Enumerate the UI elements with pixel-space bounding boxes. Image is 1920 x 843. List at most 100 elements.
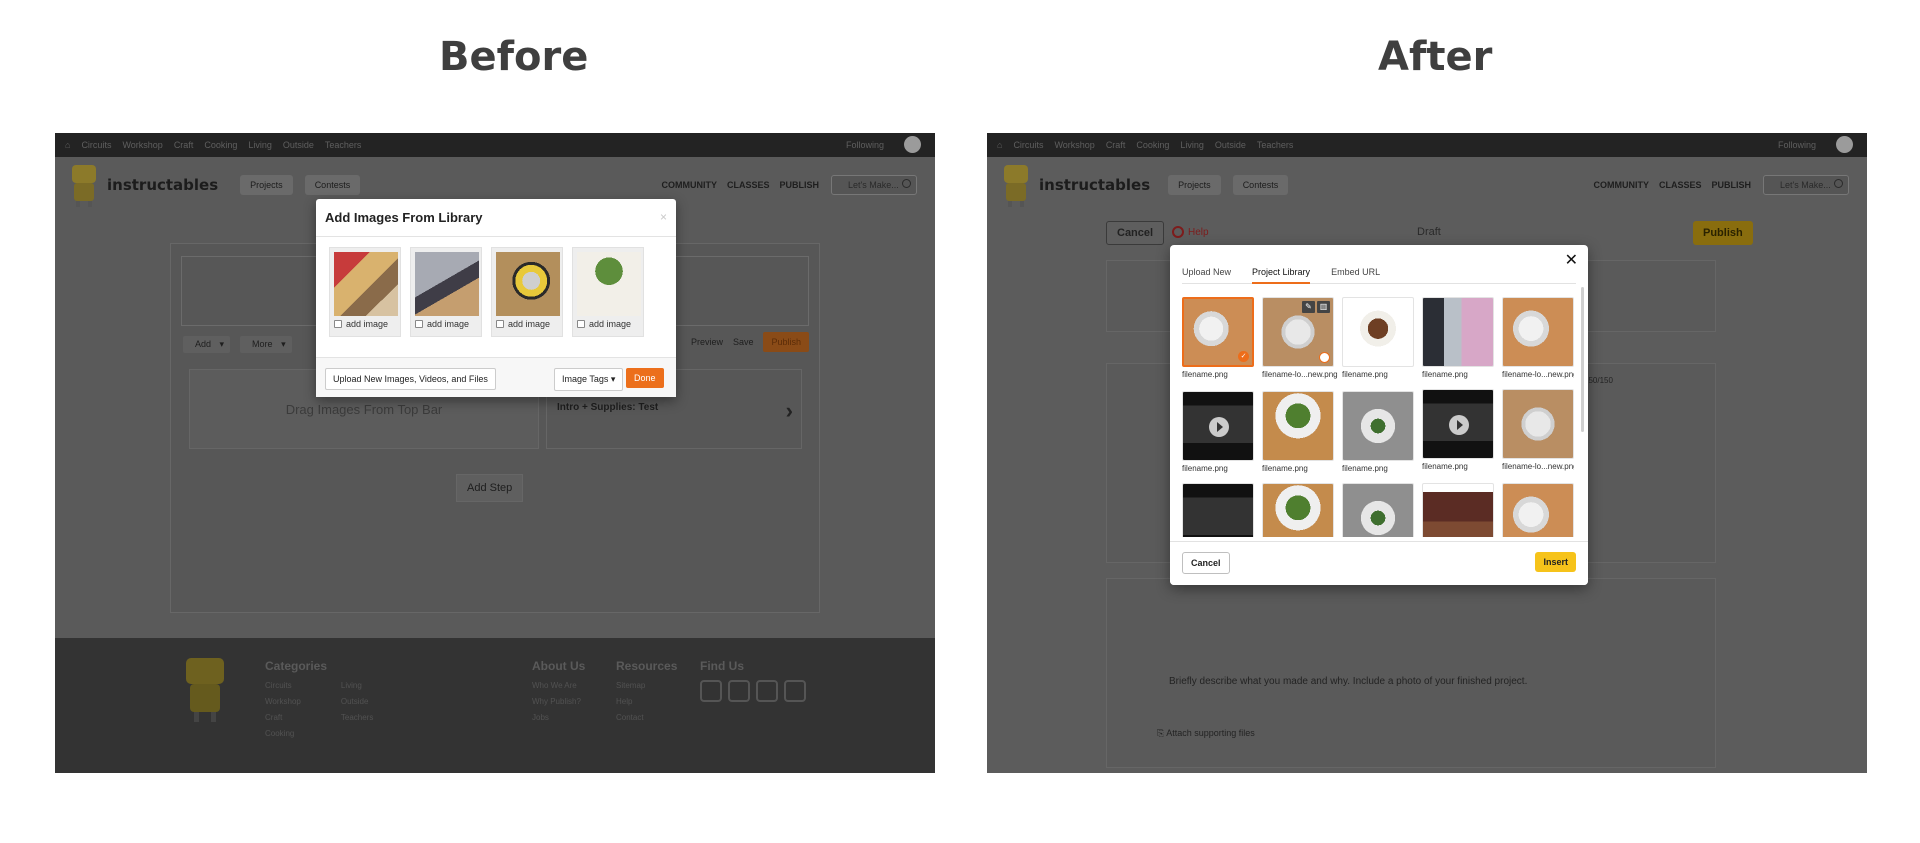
- nav-publish[interactable]: PUBLISH: [779, 180, 819, 190]
- twitter-icon[interactable]: [784, 680, 806, 702]
- nav-projects[interactable]: Projects: [240, 175, 293, 195]
- library-tile[interactable]: filename.png: [1342, 391, 1414, 473]
- nav-classes[interactable]: CLASSES: [727, 180, 770, 190]
- library-tile[interactable]: ✎ ▥ filename-lo...new.png: [1262, 297, 1338, 379]
- cancel-button[interactable]: Cancel: [1182, 552, 1230, 574]
- save-button[interactable]: Save: [733, 337, 754, 347]
- library-item[interactable]: add image: [491, 247, 563, 337]
- library-tile[interactable]: filename-lo...new.png: [1502, 389, 1574, 471]
- search-icon[interactable]: [902, 179, 911, 188]
- topbar-link[interactable]: Circuits: [81, 140, 111, 150]
- library-item[interactable]: add image: [572, 247, 644, 337]
- publish-button[interactable]: Publish: [1693, 221, 1753, 245]
- library-item[interactable]: add image: [329, 247, 401, 337]
- footer-link[interactable]: Teachers: [341, 710, 373, 726]
- footer-link[interactable]: Why Publish?: [532, 694, 585, 710]
- play-icon[interactable]: [1209, 417, 1229, 437]
- trash-icon[interactable]: ▥: [1317, 301, 1330, 313]
- topbar-link[interactable]: Teachers: [325, 140, 362, 150]
- nav-community[interactable]: COMMUNITY: [1593, 180, 1649, 190]
- instagram-icon[interactable]: [700, 680, 722, 702]
- library-tile-selected[interactable]: ✓ filename.png: [1182, 297, 1254, 379]
- close-icon[interactable]: ×: [660, 210, 667, 224]
- add-menu-button[interactable]: Add ▾: [183, 336, 231, 353]
- home-icon[interactable]: ⌂: [997, 140, 1002, 150]
- following-link[interactable]: Following: [846, 140, 884, 150]
- library-tile[interactable]: [1422, 483, 1494, 537]
- publish-button[interactable]: Publish: [763, 332, 809, 352]
- attach-files-link[interactable]: ⎘ Attach supporting files: [1157, 728, 1255, 739]
- nav-publish[interactable]: PUBLISH: [1711, 180, 1751, 190]
- add-image-checkbox[interactable]: [496, 320, 504, 328]
- library-tile[interactable]: filename.png: [1182, 391, 1254, 473]
- topbar-link[interactable]: Craft: [174, 140, 194, 150]
- brand-name[interactable]: instructables: [107, 176, 218, 194]
- add-image-checkbox[interactable]: [577, 320, 585, 328]
- image-tags-dropdown[interactable]: Image Tags ▾: [554, 368, 624, 391]
- brand-name[interactable]: instructables: [1039, 176, 1150, 194]
- cancel-button[interactable]: Cancel: [1106, 221, 1165, 245]
- chevron-right-icon[interactable]: ›: [786, 398, 793, 424]
- library-tile[interactable]: filename.png: [1342, 297, 1414, 379]
- help-link[interactable]: Help: [1172, 226, 1209, 238]
- play-icon[interactable]: [1449, 415, 1469, 435]
- insert-button[interactable]: Insert: [1535, 552, 1576, 572]
- tab-embed-url[interactable]: Embed URL: [1331, 267, 1380, 283]
- upload-new-button[interactable]: Upload New Images, Videos, and Files: [325, 368, 496, 390]
- preview-button[interactable]: Preview: [691, 337, 723, 347]
- add-image-checkbox[interactable]: [334, 320, 342, 328]
- topbar-link[interactable]: Living: [1180, 140, 1204, 150]
- tab-upload-new[interactable]: Upload New: [1182, 267, 1231, 283]
- more-menu-button[interactable]: More ▾: [240, 336, 292, 353]
- nav-classes[interactable]: CLASSES: [1659, 180, 1702, 190]
- topbar-link[interactable]: Workshop: [122, 140, 162, 150]
- done-button[interactable]: Done: [626, 368, 664, 388]
- nav-projects[interactable]: Projects: [1168, 175, 1221, 195]
- footer-link[interactable]: Workshop: [265, 694, 301, 710]
- library-tile[interactable]: [1342, 483, 1414, 537]
- add-step-button[interactable]: Add Step: [456, 474, 524, 502]
- scrollbar[interactable]: [1581, 287, 1584, 432]
- facebook-icon[interactable]: [756, 680, 778, 702]
- nav-community[interactable]: COMMUNITY: [661, 180, 717, 190]
- library-tile[interactable]: [1502, 483, 1574, 537]
- topbar-link[interactable]: Teachers: [1257, 140, 1294, 150]
- nav-contests[interactable]: Contests: [304, 175, 361, 195]
- topbar-link[interactable]: Circuits: [1013, 140, 1043, 150]
- nav-contests[interactable]: Contests: [1232, 175, 1289, 195]
- library-tile[interactable]: filename.png: [1422, 389, 1494, 471]
- library-tile[interactable]: filename.png: [1262, 391, 1334, 473]
- library-item[interactable]: add image: [410, 247, 482, 337]
- library-tile[interactable]: [1262, 483, 1334, 537]
- footer-link[interactable]: Sitemap: [616, 678, 677, 694]
- footer-link[interactable]: Cooking: [265, 726, 301, 742]
- library-tile[interactable]: filename.png: [1422, 297, 1494, 379]
- avatar[interactable]: [904, 136, 921, 153]
- topbar-link[interactable]: Workshop: [1054, 140, 1094, 150]
- home-icon[interactable]: ⌂: [65, 140, 70, 150]
- pinterest-icon[interactable]: [728, 680, 750, 702]
- topbar-link[interactable]: Outside: [1215, 140, 1246, 150]
- search-input[interactable]: Let's Make...: [831, 175, 917, 195]
- topbar-link[interactable]: Outside: [283, 140, 314, 150]
- footer-link[interactable]: Circuits: [265, 678, 301, 694]
- tab-project-library[interactable]: Project Library: [1252, 267, 1311, 284]
- following-link[interactable]: Following: [1778, 140, 1816, 150]
- footer-link[interactable]: Jobs: [532, 710, 585, 726]
- topbar-link[interactable]: Cooking: [1136, 140, 1169, 150]
- footer-link[interactable]: Living: [341, 678, 373, 694]
- robot-logo-icon[interactable]: [999, 163, 1033, 207]
- footer-link[interactable]: Craft: [265, 710, 301, 726]
- footer-link[interactable]: Help: [616, 694, 677, 710]
- add-image-checkbox[interactable]: [415, 320, 423, 328]
- robot-logo-icon[interactable]: [67, 163, 101, 207]
- edit-pencil-icon[interactable]: ✎: [1302, 301, 1315, 313]
- footer-link[interactable]: Who We Are: [532, 678, 585, 694]
- footer-link[interactable]: Outside: [341, 694, 373, 710]
- topbar-link[interactable]: Living: [248, 140, 272, 150]
- select-circle-icon[interactable]: [1319, 352, 1330, 363]
- topbar-link[interactable]: Cooking: [204, 140, 237, 150]
- topbar-link[interactable]: Craft: [1106, 140, 1126, 150]
- library-tile[interactable]: filename-lo...new.png: [1502, 297, 1574, 379]
- search-input[interactable]: Let's Make...: [1763, 175, 1849, 195]
